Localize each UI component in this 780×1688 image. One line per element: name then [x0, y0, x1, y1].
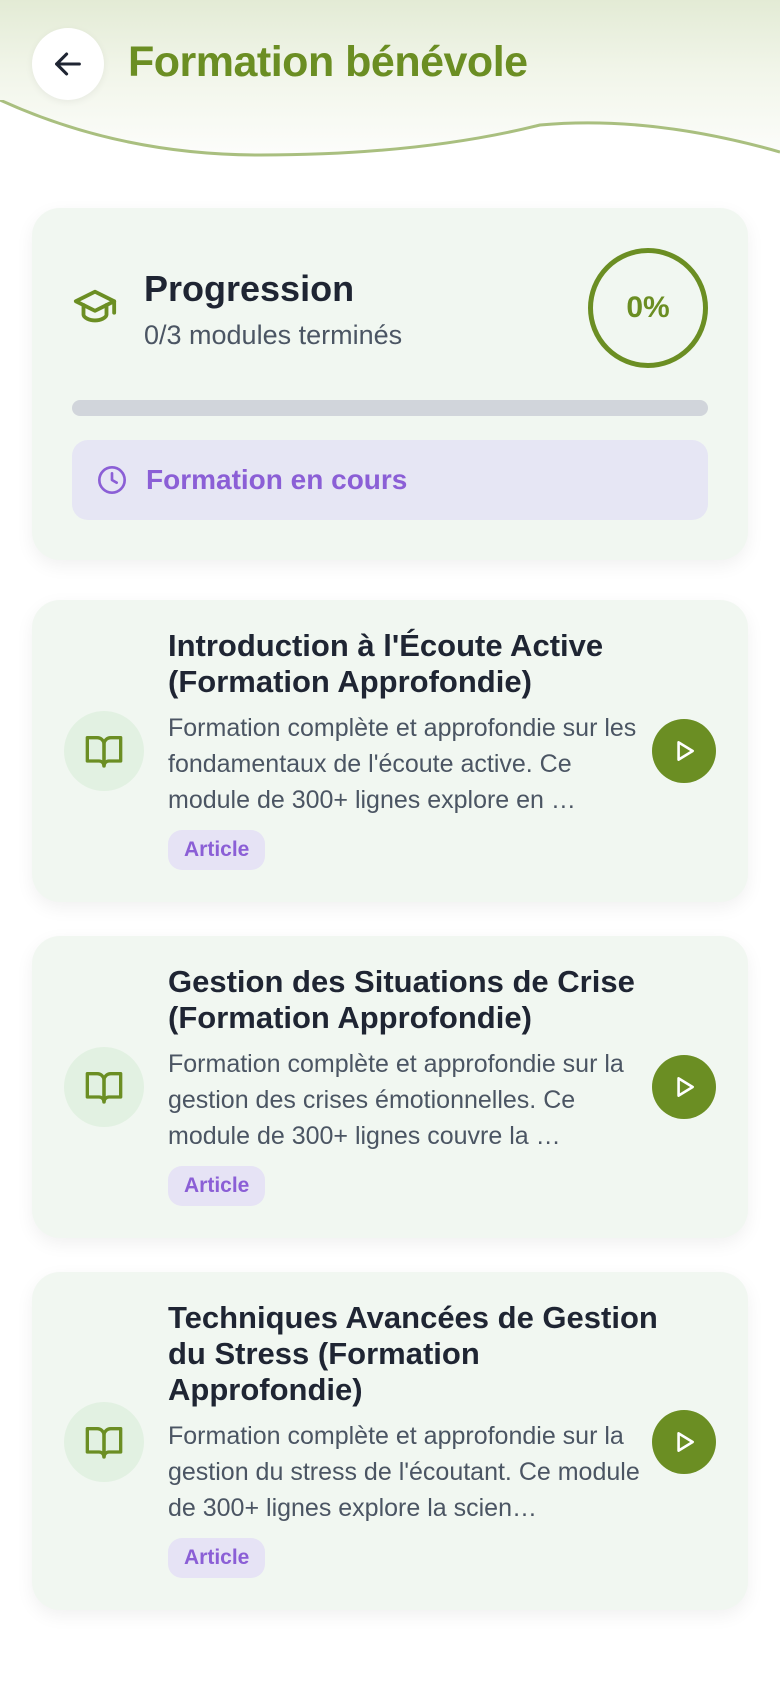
clock-icon: [98, 466, 126, 494]
back-button[interactable]: [32, 28, 104, 100]
status-text: Formation en cours: [146, 464, 408, 495]
module-card[interactable]: Introduction à l'Écoute Active (Formatio…: [32, 600, 748, 902]
module-text: Techniques Avancées de Gestion du Stress…: [168, 1300, 658, 1578]
module-description: Formation complète et approfondie sur la…: [168, 1422, 640, 1522]
arrow-left-icon: [55, 52, 81, 76]
module-type-badge: Article: [168, 1538, 266, 1578]
module-text: Introduction à l'Écoute Active (Formatio…: [168, 628, 658, 870]
module-type-badge: Article: [168, 1166, 266, 1206]
book-icon-wrap: [64, 711, 144, 791]
book-open-icon: [85, 736, 123, 768]
graduation-cap-icon: [73, 289, 117, 323]
progress-title: Progression: [144, 268, 355, 309]
progress-subtitle: 0/3 modules terminés: [144, 320, 403, 350]
header: Formation bénévole: [0, 0, 780, 180]
progress-card: Progression 0/3 modules terminés 0% Form…: [32, 208, 748, 560]
book-open-icon: [85, 1427, 123, 1459]
module-description: Formation complète et approfondie sur le…: [168, 714, 637, 814]
book-icon-wrap: [64, 1402, 144, 1482]
status-banner: Formation en cours: [72, 440, 708, 520]
header-wave: [0, 100, 780, 180]
module-title: Introduction à l'Écoute Active (Formatio…: [168, 628, 604, 699]
module-card[interactable]: Techniques Avancées de Gestion du Stress…: [32, 1272, 748, 1610]
progress-bar: [72, 400, 708, 416]
play-button[interactable]: [652, 1055, 716, 1119]
progress-percent-label: 0%: [626, 291, 670, 324]
progress-percent-ring: 0%: [588, 248, 708, 368]
module-text: Gestion des Situations de Crise (Formati…: [168, 964, 658, 1206]
book-icon-wrap: [64, 1047, 144, 1127]
play-icon: [677, 741, 694, 761]
play-button[interactable]: [652, 1410, 716, 1474]
page-title: Formation bénévole: [128, 38, 528, 86]
play-button[interactable]: [652, 719, 716, 783]
play-icon: [677, 1432, 694, 1452]
module-card[interactable]: Gestion des Situations de Crise (Formati…: [32, 936, 748, 1238]
play-icon: [677, 1077, 694, 1097]
module-description: Formation complète et approfondie sur la…: [168, 1050, 624, 1150]
training-page: Formation bénévole Progression 0/3 modul…: [0, 0, 780, 1688]
module-type-badge: Article: [168, 830, 266, 870]
module-title: Techniques Avancées de Gestion du Stress…: [168, 1300, 658, 1407]
module-title: Gestion des Situations de Crise (Formati…: [168, 964, 635, 1035]
book-open-icon: [85, 1072, 123, 1104]
